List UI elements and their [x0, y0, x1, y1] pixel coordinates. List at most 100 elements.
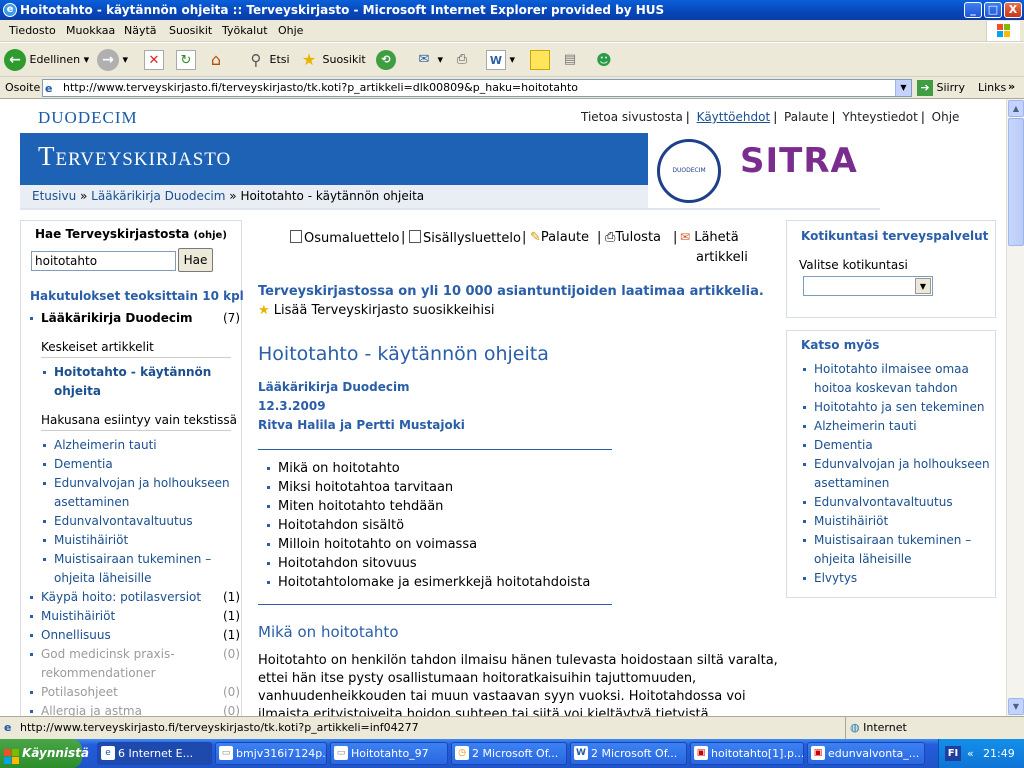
menu-view[interactable]: Näytä — [124, 24, 157, 37]
messenger-button[interactable]: ☻ — [594, 48, 614, 72]
select-arrow-icon: ▼ — [915, 278, 931, 294]
maximize-button[interactable]: □ — [984, 2, 1002, 18]
see-also-link[interactable]: Edunvalvojan ja holhoukseen — [803, 455, 990, 474]
toc-item[interactable]: Milloin hoitotahto on voimassa — [266, 535, 590, 554]
toc-item[interactable]: Miksi hoitotahtoa tarvitaan — [266, 478, 590, 497]
feedback-link[interactable]: ✎Palaute — [530, 230, 589, 245]
breadcrumb-book[interactable]: Lääkärikirja Duodecim — [91, 189, 225, 203]
home-button[interactable]: ⌂ — [206, 48, 226, 72]
see-also-link[interactable]: Hoitotahto ilmaisee omaa — [803, 360, 969, 379]
send-article-link-cont[interactable]: artikkeli — [696, 250, 748, 265]
see-also-link[interactable]: Dementia — [803, 436, 873, 455]
notes-button[interactable] — [530, 48, 550, 72]
address-input[interactable]: e http://www.terveyskirjasto.fi/terveysk… — [42, 79, 912, 97]
stop-button[interactable]: ✕ — [144, 48, 164, 72]
toc-item[interactable]: Hoitotahtolomake ja esimerkkejä hoitotah… — [266, 573, 590, 592]
taskbar-item[interactable]: ▭ bmjv316i7124p... — [215, 742, 327, 765]
window-titlebar: e Hoitotahto - käytännön ohjeita :: Terv… — [0, 0, 1024, 20]
nav-terms[interactable]: Käyttöehdot — [697, 110, 771, 124]
address-dropdown-icon[interactable]: ▼ — [895, 80, 911, 96]
text-match-link[interactable]: Muistihäiriöt — [42, 531, 128, 550]
taskbar-item[interactable]: ◷ 2 Microsoft Of... — [451, 742, 567, 765]
site-title[interactable]: Terveyskirjasto — [38, 141, 231, 172]
research-button[interactable]: ▤ — [560, 48, 580, 72]
toc-item[interactable]: Hoitotahdon sitovuus — [266, 554, 590, 573]
see-also-link[interactable]: Hoitotahto ja sen tekeminen — [802, 398, 984, 417]
search-input[interactable]: hoitotahto — [31, 251, 176, 271]
key-article-link-cont[interactable]: ohjeita — [54, 382, 101, 401]
nav-help[interactable]: Ohje — [932, 110, 960, 124]
scroll-down-icon[interactable]: ▼ — [1008, 698, 1024, 715]
hits-list-link[interactable]: Osumaluettelo — [290, 230, 399, 246]
municipality-select[interactable]: ▼ — [803, 276, 933, 296]
add-to-favorites-link[interactable]: ★ Lisää Terveyskirjasto suosikkeihisi — [258, 303, 495, 318]
links-toolbar[interactable]: Links — [978, 81, 1006, 94]
send-article-link[interactable]: ✉ Lähetä — [680, 230, 739, 245]
scroll-thumb[interactable] — [1008, 118, 1024, 246]
key-article-link[interactable]: Hoitotahto - käytännön — [42, 363, 211, 382]
text-match-link-cont[interactable]: asettaminen — [54, 493, 129, 512]
duodecim-logo[interactable]: DUODECIM — [38, 108, 138, 128]
toc-item[interactable]: Hoitotahdon sisältö — [266, 516, 590, 535]
close-button[interactable]: X — [1004, 2, 1022, 18]
menu-file[interactable]: Tiedosto — [9, 24, 56, 37]
go-button[interactable]: ➔ Siirry — [917, 79, 965, 97]
links-chevron-icon[interactable]: » — [1008, 80, 1015, 93]
see-also-link-cont[interactable]: asettaminen — [814, 474, 889, 493]
start-button[interactable]: Käynnistä — [0, 739, 89, 768]
other-source-link[interactable]: Käypä hoito: potilasversiot — [29, 588, 201, 607]
nav-contact[interactable]: Yhteystiedot — [842, 110, 917, 124]
text-match-link[interactable]: Dementia — [43, 455, 113, 474]
menu-tools[interactable]: Työkalut — [222, 24, 268, 37]
search-button[interactable]: Hae — [178, 248, 213, 272]
taskbar-item[interactable]: W2 Microsoft Of... — [570, 742, 687, 765]
tray-expand-icon[interactable]: « — [967, 739, 974, 768]
see-also-link[interactable]: Edunvalvontavaltuutus — [803, 493, 953, 512]
word-icon: W — [574, 746, 588, 760]
text-match-link[interactable]: Edunvalvontavaltuutus — [43, 512, 193, 531]
other-source-link[interactable]: Onnellisuus — [30, 626, 111, 645]
text-match-link[interactable]: Alzheimerin tauti — [43, 436, 157, 455]
text-match-link[interactable]: Muistisairaan tukeminen – — [42, 550, 211, 569]
taskbar-item[interactable]: ▭ Hoitotahto_97 — [330, 742, 448, 765]
toc-item[interactable]: Miten hoitotahto tehdään — [266, 497, 590, 516]
nav-about[interactable]: Tietoa sivustosta — [581, 110, 683, 124]
menu-help[interactable]: Ohje — [278, 24, 303, 37]
search-help-link[interactable]: (ohje) — [194, 230, 227, 241]
other-source-link[interactable]: Muistihäiriöt — [29, 607, 115, 626]
search-button[interactable]: ⚲ Etsi — [246, 48, 290, 72]
see-also-link-cont[interactable]: hoitoa koskevan tahdon — [814, 379, 958, 398]
mail-button[interactable]: ✉ ▾ — [414, 48, 443, 72]
taskbar-item-ie[interactable]: e6 Internet E... — [97, 742, 212, 765]
text-match-link-cont[interactable]: ohjeita läheisille — [54, 569, 152, 588]
see-also-link[interactable]: Muistihäiriöt — [802, 512, 888, 531]
vertical-scrollbar[interactable]: ▲ ▼ — [1006, 99, 1024, 716]
see-also-link[interactable]: Alzheimerin tauti — [803, 417, 917, 436]
sitra-logo[interactable]: SITRA — [740, 141, 858, 181]
nav-feedback[interactable]: Palaute — [784, 110, 828, 124]
address-label: Osoite — [5, 81, 41, 94]
taskbar-item[interactable]: ▣ edunvalvonta_... — [807, 742, 925, 765]
scroll-up-icon[interactable]: ▲ — [1008, 100, 1024, 117]
see-also-link[interactable]: Elvytys — [802, 569, 857, 588]
menu-edit[interactable]: Muokkaa — [66, 24, 115, 37]
see-also-link-cont[interactable]: ohjeita läheisille — [814, 550, 912, 569]
history-button[interactable]: ⟲ — [376, 48, 396, 72]
back-button[interactable]: ← Edellinen ▾ — [4, 48, 89, 72]
see-also-link[interactable]: Muistisairaan tukeminen – — [802, 531, 971, 550]
results-book[interactable]: Lääkärikirja Duodecim — [30, 309, 193, 328]
menu-favorites[interactable]: Suosikit — [169, 24, 212, 37]
print-link[interactable]: ⎙Tulosta — [605, 230, 661, 245]
forward-button[interactable]: → ▾ — [97, 48, 128, 72]
text-match-link[interactable]: Edunvalvojan ja holhoukseen — [43, 474, 230, 493]
toc-link[interactable]: Sisällysluettelo — [409, 230, 521, 246]
breadcrumb-home[interactable]: Etusivu — [32, 189, 76, 203]
print-button[interactable]: ⎙ — [452, 48, 472, 72]
edit-button[interactable]: W ▾ — [486, 48, 515, 72]
refresh-button[interactable]: ↻ — [176, 48, 196, 72]
taskbar-item[interactable]: ▣ hoitotahto[1].p... — [690, 742, 804, 765]
favorites-button[interactable]: ★ Suosikit — [299, 48, 366, 72]
toc-item[interactable]: Mikä on hoitotahto — [266, 459, 590, 478]
language-indicator[interactable]: FI — [945, 746, 961, 761]
minimize-button[interactable]: _ — [964, 2, 982, 18]
